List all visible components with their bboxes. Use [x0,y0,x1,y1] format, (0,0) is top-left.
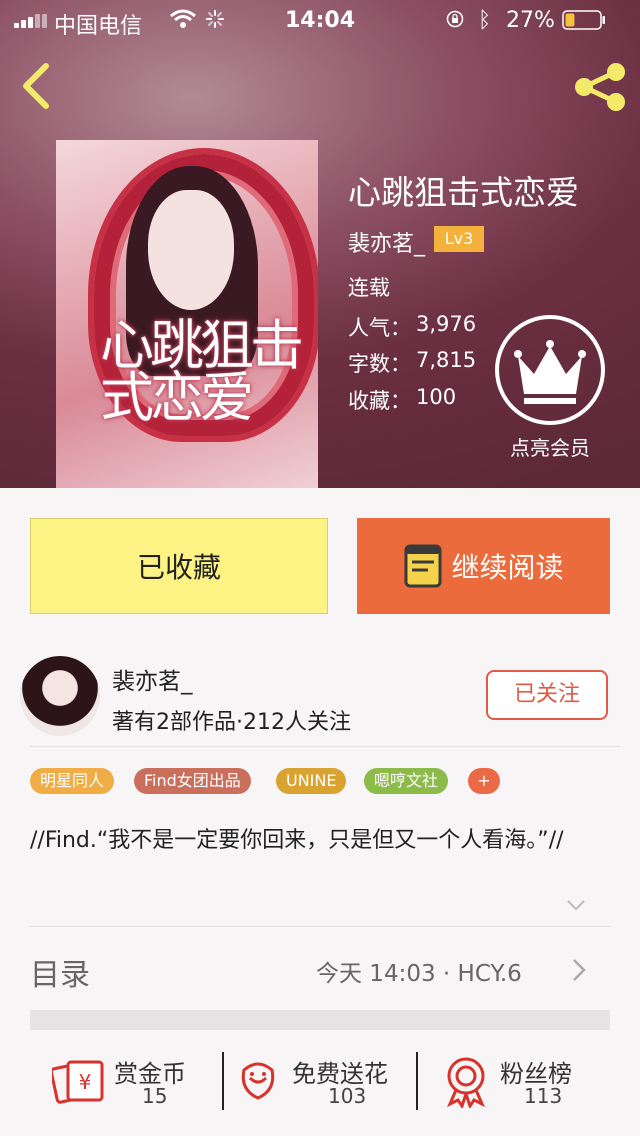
favorited-label: 已收藏 [136,551,221,584]
battery-icon [562,10,605,30]
share-icon[interactable] [572,62,628,112]
vip-label[interactable]: 点亮会员 [498,432,602,461]
orientation-lock-icon [446,10,464,28]
chevron-right-icon[interactable] [572,958,586,982]
tag-item[interactable]: 嗯哼文社 [364,768,449,794]
tag-item[interactable]: Find女团出品 [134,768,251,794]
follow-button[interactable]: 已关注 [486,670,608,720]
book-description: //Find.“我不是一定要你回来，只是但又一个人看海。”// [30,828,564,853]
book-cover[interactable]: 心跳狙击式恋爱 [56,140,318,488]
book-title: 心跳狙击式恋爱 [348,173,579,212]
bluetooth-icon: ᛒ [478,8,492,33]
divider [30,746,620,747]
tag-item[interactable]: UNINE [276,768,347,794]
divider [30,926,610,927]
fan-ranking-value: 113 [524,1084,563,1108]
popularity-label: 人气： [348,316,411,340]
toc-label[interactable]: 目录 [30,950,90,994]
back-chevron-icon[interactable] [20,62,52,110]
svg-text:¥: ¥ [79,1070,92,1094]
add-tag-button[interactable]: + [468,768,500,794]
divider [416,1052,418,1110]
chevron-down-icon[interactable] [566,898,586,912]
tag-item[interactable]: 明星同人 [30,768,115,794]
author-name[interactable]: 裴亦茗_ [112,662,193,696]
section-separator [30,1010,610,1030]
continue-reading-button[interactable]: 继续阅读 [357,518,610,614]
book-author[interactable]: 裴亦茗_ [348,226,425,258]
author-avatar[interactable] [20,656,100,736]
favorites-label: 收藏： [348,389,411,413]
medal-icon[interactable] [442,1056,490,1108]
status-bar: 中国电信 14:04 ᛒ 27% [0,0,640,40]
continue-reading-label: 继续阅读 [451,551,564,584]
author-info: 著有2部作品·212人关注 [112,710,351,735]
cover-title: 心跳狙击式恋爱 [100,314,304,429]
divider [222,1052,224,1110]
crown-icon[interactable] [494,314,606,426]
battery-percent: 27% [506,8,555,33]
word-count-label: 字数： [348,352,411,376]
send-flowers-value: 103 [328,1084,367,1108]
popularity-value: 3,976 [416,312,477,336]
reward-coins-value: 15 [142,1084,168,1108]
book-icon [404,544,442,588]
coin-envelope-icon[interactable]: ¥ [52,1056,106,1104]
flower-icon[interactable] [236,1056,280,1104]
favorited-button[interactable]: 已收藏 [30,518,328,614]
serial-status: 连载 [348,276,390,300]
word-count-value: 7,815 [416,348,477,372]
level-badge: Lv3 [434,226,484,252]
favorites-value: 100 [416,385,457,409]
toc-latest-update[interactable]: 今天 14:03 · HCY.6 [316,954,522,988]
